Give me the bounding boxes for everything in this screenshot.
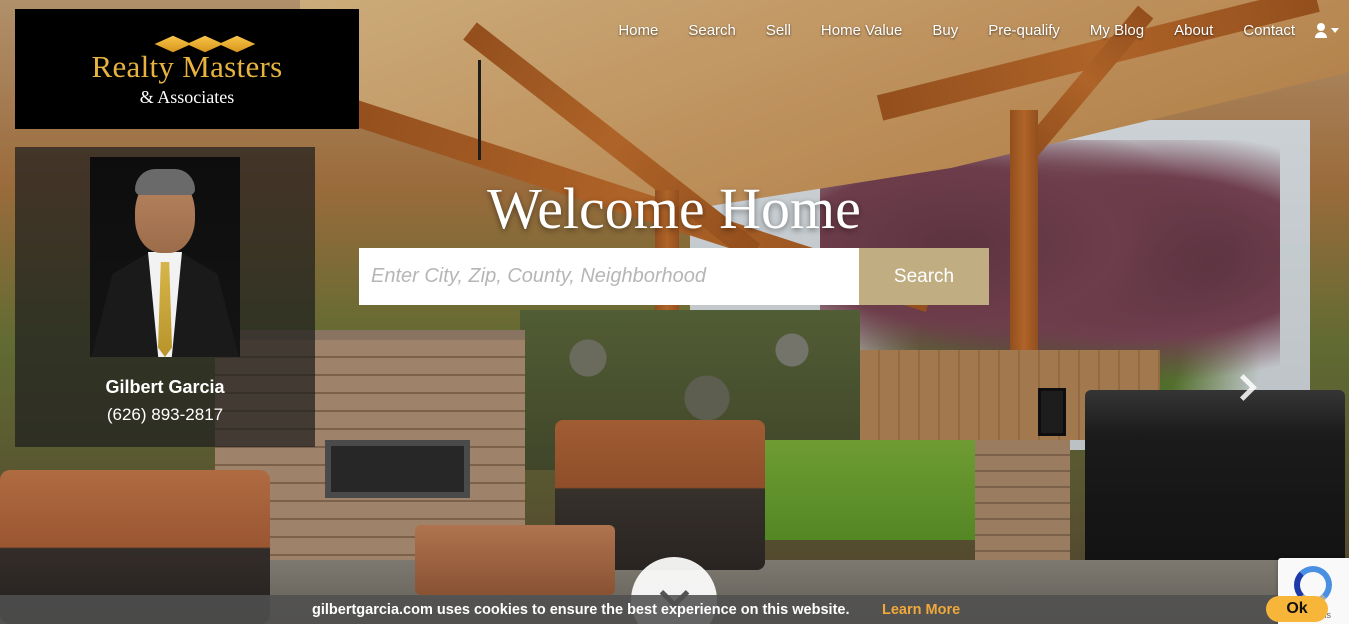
- logo-sub-text: & Associates: [139, 87, 235, 107]
- nav-buy[interactable]: Buy: [932, 22, 958, 39]
- property-search: Search: [359, 248, 989, 305]
- search-button[interactable]: Search: [859, 248, 989, 305]
- carousel-next-icon[interactable]: [1232, 373, 1254, 403]
- main-nav: Home Search Sell Home Value Buy Pre-qual…: [588, 22, 1339, 39]
- agent-photo: [90, 157, 240, 357]
- nav-pre-qualify[interactable]: Pre-qualify: [988, 22, 1060, 39]
- agent-phone[interactable]: (626) 893-2817: [15, 405, 315, 425]
- logo-main-text: Realty Masters: [91, 49, 283, 84]
- nav-contact[interactable]: Contact: [1243, 22, 1295, 39]
- cookie-ok-button[interactable]: Ok: [1266, 596, 1328, 622]
- cookie-learn-more-link[interactable]: Learn More: [882, 602, 960, 618]
- nav-search[interactable]: Search: [688, 22, 736, 39]
- nav-home[interactable]: Home: [618, 22, 658, 39]
- caret-down-icon: [1331, 28, 1339, 33]
- nav-sell[interactable]: Sell: [766, 22, 791, 39]
- search-input[interactable]: [359, 248, 859, 305]
- nav-about[interactable]: About: [1174, 22, 1213, 39]
- hero-title: Welcome Home: [487, 176, 861, 241]
- cookie-message: gilbertgarcia.com uses cookies to ensure…: [312, 602, 850, 618]
- agent-card: Gilbert Garcia (626) 893-2817: [15, 147, 315, 447]
- nav-my-blog[interactable]: My Blog: [1090, 22, 1144, 39]
- user-icon: [1315, 23, 1327, 38]
- agent-name: Gilbert Garcia: [105, 377, 225, 397]
- user-menu-dropdown[interactable]: [1315, 23, 1339, 38]
- cookie-banner: gilbertgarcia.com uses cookies to ensure…: [0, 595, 1349, 624]
- logo-diamonds-icon: [154, 31, 256, 53]
- site-logo[interactable]: Realty Masters & Associates: [15, 9, 359, 129]
- nav-home-value[interactable]: Home Value: [821, 22, 902, 39]
